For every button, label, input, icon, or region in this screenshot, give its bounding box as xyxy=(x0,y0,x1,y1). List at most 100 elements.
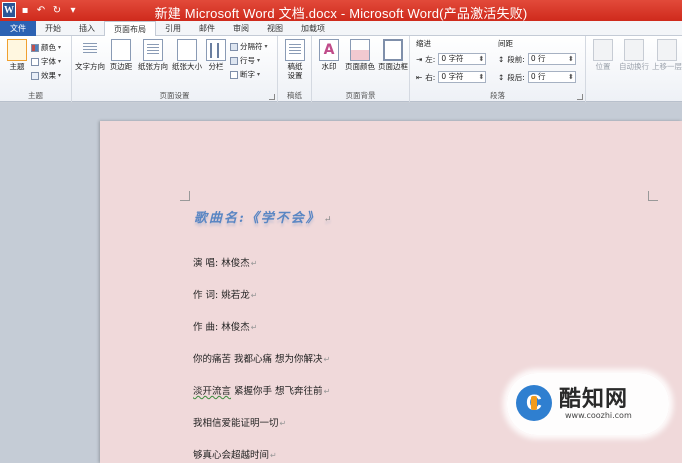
watermark-button[interactable]: A 水印 xyxy=(314,39,344,71)
spacing-before-field: ↕ 段前: 0 行 xyxy=(498,53,576,65)
arrange-group: 位置 自动换行 上移一层 xyxy=(586,36,682,102)
colors-label: 颜色 xyxy=(41,43,56,52)
page-setup-group: 文字方向 页边距 纸张方向 纸张大小 分栏 分隔符 ▾ 行号 ▾ 断字 ▾ 页面… xyxy=(72,36,278,102)
bring-forward-button[interactable]: 上移一层 xyxy=(650,39,682,71)
tab-home[interactable]: 开始 xyxy=(36,21,70,36)
doc-line-lyric-3[interactable]: 我相信爱能证明一切↵ xyxy=(193,415,286,429)
lyric-text: 够真心会超越时间 xyxy=(193,450,270,461)
spacing-after-input[interactable]: 0 行 xyxy=(527,71,576,83)
chevron-down-icon: ▾ xyxy=(257,71,261,78)
themes-group-label: 主题 xyxy=(28,91,43,100)
columns-icon xyxy=(206,39,226,61)
paragraph-mark-icon: ↵ xyxy=(250,291,258,300)
crop-mark-top-right xyxy=(648,191,658,201)
hyphenation-button[interactable]: 断字 ▾ xyxy=(230,69,260,80)
doc-line-lyric-4[interactable]: 够真心会超越时间↵ xyxy=(193,447,277,461)
indent-right-label: 右: xyxy=(425,72,436,82)
indent-left-field: ⇥ 左: 0 字符 xyxy=(416,53,487,65)
doc-line-lyric-1[interactable]: 你的痛苦 我都心痛 想为你解决↵ xyxy=(193,351,330,365)
orientation-button[interactable]: 纸张方向 xyxy=(136,39,170,71)
tab-insert[interactable]: 插入 xyxy=(70,21,104,36)
breaks-icon xyxy=(230,42,238,51)
position-label: 位置 xyxy=(595,62,611,71)
indent-right-input[interactable]: 0 字符 xyxy=(438,71,487,83)
position-icon xyxy=(593,39,613,61)
paragraph-mark-icon: ↵ xyxy=(270,451,277,460)
paragraph-mark-icon: ↵ xyxy=(279,419,287,428)
indent-right-field: ⇤ 右: 0 字符 xyxy=(416,71,487,83)
lyricist-text: 作 词: 姚若龙 xyxy=(193,290,250,301)
theme-colors-button[interactable]: 颜色 ▾ xyxy=(31,42,61,53)
indent-heading: 缩进 xyxy=(416,39,431,48)
chevron-down-icon: ▾ xyxy=(58,72,62,79)
fonts-label: 字体 xyxy=(41,57,56,66)
colors-icon xyxy=(31,43,39,52)
chevron-down-icon: ▾ xyxy=(257,57,261,64)
doc-line-lyricist[interactable]: 作 词: 姚若龙↵ xyxy=(193,287,257,301)
doc-line-composer[interactable]: 作 曲: 林俊杰↵ xyxy=(193,319,257,333)
line-numbers-button[interactable]: 行号 ▾ xyxy=(230,55,260,66)
margins-label: 页边距 xyxy=(109,62,133,71)
position-button[interactable]: 位置 xyxy=(588,39,618,71)
page-setup-launcher-icon[interactable] xyxy=(269,94,275,100)
paragraph-launcher-icon[interactable] xyxy=(577,94,583,100)
song-title-text: 歌曲名:《学不会》 xyxy=(194,211,321,226)
paragraph-mark-icon: ↵ xyxy=(323,215,334,225)
tab-review[interactable]: 审阅 xyxy=(224,21,258,36)
song-title[interactable]: 歌曲名:《学不会》 ↵ xyxy=(194,207,333,226)
text-direction-button[interactable]: 文字方向 xyxy=(74,39,106,71)
bring-forward-label: 上移一层 xyxy=(652,62,682,71)
draft-group-label: 稿纸 xyxy=(287,91,302,100)
tab-file[interactable]: 文件 xyxy=(0,21,36,36)
spacing-before-input[interactable]: 0 行 xyxy=(527,53,576,65)
columns-button[interactable]: 分栏 xyxy=(203,39,229,71)
paragraph-mark-icon: ↵ xyxy=(250,323,258,332)
theme-effects-button[interactable]: 效果 ▾ xyxy=(31,70,61,81)
theme-fonts-button[interactable]: 字体 ▾ xyxy=(31,56,61,67)
indent-left-input[interactable]: 0 字符 xyxy=(438,53,487,65)
chevron-down-icon: ▾ xyxy=(58,44,62,51)
margins-button[interactable]: 页边距 xyxy=(106,39,136,71)
background-group-label: 页面背景 xyxy=(345,91,376,100)
tab-mailings[interactable]: 邮件 xyxy=(190,21,224,36)
size-button[interactable]: 纸张大小 xyxy=(170,39,204,71)
composer-text: 作 曲: 林俊杰 xyxy=(193,322,250,333)
draft-paper-button[interactable]: 稿纸 设置 xyxy=(280,39,310,80)
crop-mark-top-left xyxy=(180,191,190,201)
themes-button-label: 主题 xyxy=(9,62,25,71)
breaks-label: 分隔符 xyxy=(240,42,263,51)
doc-line-singer[interactable]: 演 唱: 林俊杰↵ xyxy=(193,255,257,269)
draft-paper-label: 稿纸 设置 xyxy=(287,62,303,80)
line-numbers-icon xyxy=(230,56,238,65)
tab-references[interactable]: 引用 xyxy=(156,21,190,36)
tab-view[interactable]: 视图 xyxy=(258,21,292,36)
themes-button[interactable]: 主题 xyxy=(2,39,32,71)
size-icon xyxy=(177,39,197,61)
tab-addins[interactable]: 加载项 xyxy=(292,21,334,36)
breaks-button[interactable]: 分隔符 ▾ xyxy=(230,41,268,52)
watermark-label: 水印 xyxy=(321,62,337,71)
title-bar: W ▪ ↶ ↻ ▾ 新建 Microsoft Word 文档.docx - Mi… xyxy=(0,0,682,21)
page-color-button[interactable]: 页面颜色 xyxy=(343,39,377,71)
wrap-text-button[interactable]: 自动换行 xyxy=(616,39,652,71)
doc-line-lyric-2[interactable]: 淡开流言 紧握你手 想飞奔往前↵ xyxy=(193,383,330,397)
hyphenation-icon xyxy=(230,70,238,79)
line-numbers-label: 行号 xyxy=(240,56,255,65)
text-direction-icon xyxy=(80,39,100,61)
chevron-down-icon: ▾ xyxy=(58,58,62,65)
effects-label: 效果 xyxy=(41,71,56,80)
indent-left-label: 左: xyxy=(425,54,436,64)
page-borders-label: 页面边框 xyxy=(378,62,408,71)
orientation-label: 纸张方向 xyxy=(138,62,168,71)
page-borders-button[interactable]: 页面边框 xyxy=(376,39,410,71)
spacing-before-label: 段前: xyxy=(507,54,525,64)
coozhi-logo-icon: C xyxy=(516,385,552,421)
watermark-icon: A xyxy=(319,39,339,61)
spacing-after-label: 段后: xyxy=(507,72,525,82)
lyric-text: 我相信爱能证明一切 xyxy=(193,418,279,429)
ribbon-tabs: 文件 开始 插入 页面布局 引用 邮件 审阅 视图 加载项 xyxy=(0,21,682,37)
paragraph-group: 缩进 间距 ⇥ 左: 0 字符 ⇤ 右: 0 字符 ↕ 段前: 0 行 ↕ 段后… xyxy=(410,36,586,102)
spacing-heading: 间距 xyxy=(498,39,513,48)
indent-left-icon: ⇥ xyxy=(416,54,423,64)
tab-page-layout[interactable]: 页面布局 xyxy=(104,21,156,37)
